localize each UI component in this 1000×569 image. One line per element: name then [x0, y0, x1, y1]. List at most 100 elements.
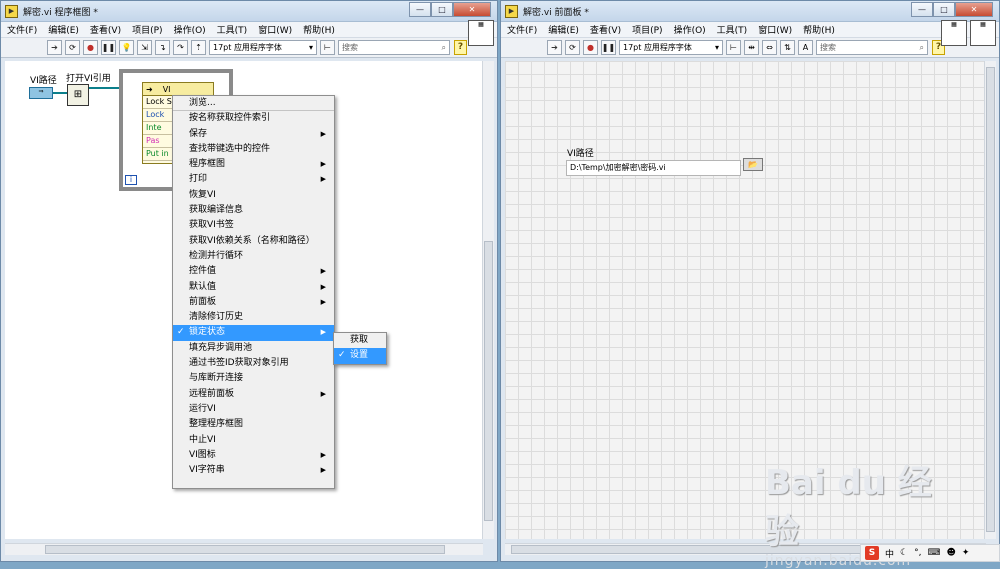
menu-item-default-values[interactable]: 默认值 ▶ [173, 280, 334, 295]
submenu-arrow-icon: ▶ [320, 466, 326, 475]
menu-item-browse[interactable]: 浏览... [173, 96, 334, 112]
checkmark-icon: ✓ [177, 327, 185, 338]
sogou-icon[interactable]: S [865, 546, 879, 560]
user-icon[interactable]: ☻ [946, 548, 955, 558]
close-button[interactable]: ✕ [955, 1, 993, 17]
scrollbar-thumb[interactable] [484, 241, 493, 521]
menu-help[interactable]: 帮助(H) [803, 23, 835, 36]
vi-path-input[interactable]: D:\Temp\加密解密\密码.vi [566, 160, 741, 176]
step-out-icon[interactable]: ⇡ [191, 40, 206, 55]
menu-operate[interactable]: 操作(O) [674, 23, 706, 36]
submenu-arrow-icon: ▶ [320, 175, 326, 184]
pause-icon[interactable]: ❚❚ [601, 40, 616, 55]
vertical-scrollbar[interactable] [984, 61, 996, 539]
menu-project[interactable]: 项目(P) [132, 23, 162, 36]
menu-item-compile-info[interactable]: 获取编译信息 [173, 203, 334, 218]
menu-item-populate-async-pool[interactable]: 填充异步调用池 [173, 341, 334, 356]
search-input[interactable]: 搜索 ⌕ [338, 40, 450, 55]
menu-item-remote-panel[interactable]: 远程前面板 ▶ [173, 387, 334, 402]
font-select[interactable]: 17pt 应用程序字体 ▾ [619, 40, 723, 55]
path-wire[interactable] [53, 92, 67, 94]
distribute-objects-icon[interactable]: ⇹ [744, 40, 759, 55]
submenu-item-get[interactable]: 获取 [334, 333, 386, 348]
menu-view[interactable]: 查看(V) [590, 23, 621, 36]
abort-icon[interactable]: ● [83, 40, 98, 55]
menu-item-get-control-index[interactable]: 按名称获取控件索引 [173, 111, 334, 126]
minimize-button[interactable]: — [409, 1, 431, 17]
step-into-icon[interactable]: ↴ [155, 40, 170, 55]
align-objects-icon[interactable]: ⊢ [726, 40, 741, 55]
open-vi-reference-node[interactable]: ⊞ [67, 84, 89, 106]
menu-view[interactable]: 查看(V) [90, 23, 121, 36]
maximize-button[interactable]: □ [933, 1, 955, 17]
vi-icon[interactable]: ▦ [468, 20, 494, 46]
menu-item-disconnect-library[interactable]: 与库断开连接 [173, 371, 334, 386]
menu-item-detect-parallel-loops[interactable]: 检测并行循环 [173, 249, 334, 264]
menu-item-abort-vi[interactable]: 中止VI [173, 433, 334, 448]
moon-icon[interactable]: ☾ [900, 548, 908, 558]
retain-wire-values-icon[interactable]: ⇲ [137, 40, 152, 55]
browse-folder-icon[interactable]: 📂 [743, 158, 763, 171]
menu-help[interactable]: 帮助(H) [303, 23, 335, 36]
resize-objects-icon[interactable]: ⇔ [762, 40, 777, 55]
title-bar[interactable]: ▶ 解密.vi 前面板 * — □ ✕ [501, 1, 999, 22]
run-arrow-icon[interactable]: ➔ [47, 40, 62, 55]
menu-file[interactable]: 文件(F) [7, 23, 37, 36]
horizontal-scrollbar[interactable] [5, 543, 483, 555]
menu-item-clean-up-diagram[interactable]: 整理程序框图 [173, 417, 334, 432]
menu-window[interactable]: 窗口(W) [758, 23, 792, 36]
menu-item-get-ref-by-bookmark[interactable]: 通过书签ID获取对象引用 [173, 356, 334, 371]
settings-icon[interactable]: ✦ [962, 548, 970, 558]
menu-item-lock-state[interactable]: ✓ 锁定状态 ▶ [173, 325, 334, 341]
minimize-button[interactable]: — [911, 1, 933, 17]
close-button[interactable]: ✕ [453, 1, 491, 17]
menu-edit[interactable]: 编辑(E) [48, 23, 79, 36]
menu-tools[interactable]: 工具(T) [717, 23, 748, 36]
text-settings-icon[interactable]: A [798, 40, 813, 55]
step-over-icon[interactable]: ↷ [173, 40, 188, 55]
reorder-icon[interactable]: ⇅ [780, 40, 795, 55]
menu-operate[interactable]: 操作(O) [174, 23, 206, 36]
menu-item-control-value[interactable]: 控件值 ▶ [173, 264, 334, 279]
font-select[interactable]: 17pt 应用程序字体 ▾ [209, 40, 317, 55]
menu-item-print[interactable]: 打印 ▶ [173, 172, 334, 187]
menu-file[interactable]: 文件(F) [507, 23, 537, 36]
scrollbar-thumb[interactable] [45, 545, 445, 554]
highlight-execution-icon[interactable]: 💡 [119, 40, 134, 55]
menu-item-vi-strings[interactable]: VI字符串 ▶ [173, 463, 334, 478]
menu-item-vi-bookmarks[interactable]: 获取VI书签 [173, 218, 334, 233]
menu-window[interactable]: 窗口(W) [258, 23, 292, 36]
run-arrow-icon[interactable]: ➔ [547, 40, 562, 55]
vi-path-terminal[interactable]: ⇒ [29, 87, 53, 99]
menu-item-find-control[interactable]: 查找带键选中的控件 [173, 142, 334, 157]
vi-icon[interactable]: ▦ [970, 20, 996, 46]
menu-item-front-panel[interactable]: 前面板 ▶ [173, 295, 334, 310]
help-icon[interactable]: ? [454, 40, 467, 55]
menu-item-vi-dependencies[interactable]: 获取VI依赖关系（名称和路径） [173, 234, 334, 249]
menu-project[interactable]: 项目(P) [632, 23, 662, 36]
abort-icon[interactable]: ● [583, 40, 598, 55]
menu-item-vi-icon[interactable]: VI图标 ▶ [173, 448, 334, 463]
keyboard-icon[interactable]: ⌨ [927, 548, 940, 558]
vertical-scrollbar[interactable] [482, 61, 494, 539]
menu-tools[interactable]: 工具(T) [217, 23, 248, 36]
menu-item-clear-revision-history[interactable]: 清除修订历史 [173, 310, 334, 325]
menu-item-save[interactable]: 保存 ▶ [173, 127, 334, 142]
menu-item-revert-vi[interactable]: 恢复VI [173, 188, 334, 203]
scrollbar-thumb[interactable] [986, 67, 995, 532]
menu-item-label: 打印 [189, 174, 208, 185]
connector-pane-icon[interactable]: ▦ [941, 20, 967, 46]
run-continuously-icon[interactable]: ⟳ [65, 40, 80, 55]
submenu-item-set[interactable]: ✓ 设置 [334, 348, 386, 364]
title-bar[interactable]: ▶ 解密.vi 程序框图 * — □ ✕ [1, 1, 497, 22]
menu-item-block-diagram[interactable]: 程序框图 ▶ [173, 157, 334, 172]
punctuation-icon[interactable]: °, [914, 548, 921, 558]
menu-edit[interactable]: 编辑(E) [548, 23, 579, 36]
search-input[interactable]: 搜索 ⌕ [816, 40, 928, 55]
align-objects-icon[interactable]: ⊢ [320, 40, 335, 55]
run-continuously-icon[interactable]: ⟳ [565, 40, 580, 55]
input-language[interactable]: 中 [885, 547, 894, 560]
menu-item-run-vi[interactable]: 运行VI [173, 402, 334, 417]
pause-icon[interactable]: ❚❚ [101, 40, 116, 55]
maximize-button[interactable]: □ [431, 1, 453, 17]
